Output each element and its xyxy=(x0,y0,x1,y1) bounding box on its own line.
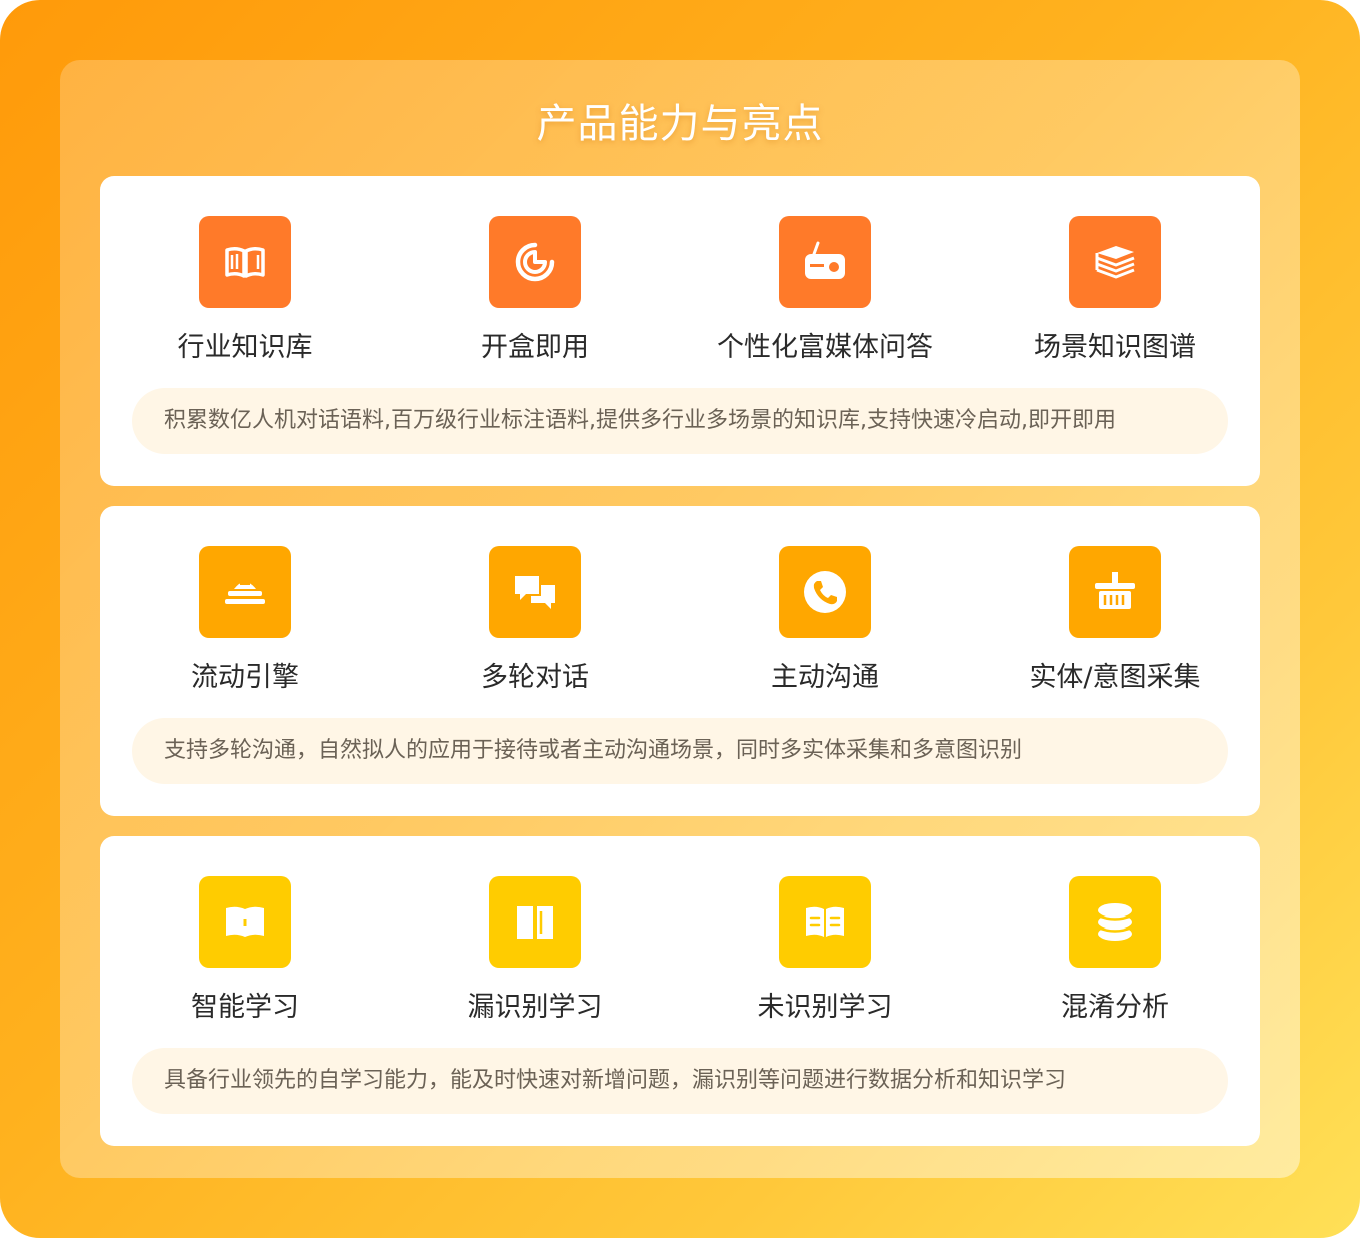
feature-label: 主动沟通 xyxy=(771,662,879,693)
feature-label: 多轮对话 xyxy=(481,662,589,693)
database-icon xyxy=(1069,876,1161,968)
feature-card-1: 行业知识库 开盒即用 个性化富媒体问答 场景知识图谱 积累数亿人机对话语料,百万… xyxy=(100,176,1260,486)
feature-item[interactable]: 智能学习 xyxy=(100,876,390,1026)
feature-item[interactable]: 主动沟通 xyxy=(680,546,970,696)
feature-item[interactable]: 混淆分析 xyxy=(970,876,1260,1026)
feature-description: 具备行业领先的自学习能力，能及时快速对新增问题，漏识别等问题进行数据分析和知识学… xyxy=(132,1048,1228,1114)
feature-label: 流动引擎 xyxy=(191,662,299,693)
feature-label: 行业知识库 xyxy=(177,332,313,363)
feature-description: 积累数亿人机对话语料,百万级行业标注语料,提供多行业多场景的知识库,支持快速冷启… xyxy=(132,388,1228,454)
book-stack-icon xyxy=(1069,216,1161,308)
feature-label: 智能学习 xyxy=(191,992,299,1023)
feature-card-2: 流动引擎 多轮对话 主动沟通 实体/意图采集 支持多轮沟通，自然拟人的应用于接待… xyxy=(100,506,1260,816)
feature-label: 漏识别学习 xyxy=(467,992,603,1023)
feature-label: 场景知识图谱 xyxy=(1034,332,1196,363)
engine-icon xyxy=(199,546,291,638)
feature-description: 支持多轮沟通，自然拟人的应用于接待或者主动沟通场景，同时多实体采集和多意图识别 xyxy=(132,718,1228,784)
book-icon xyxy=(489,876,581,968)
feature-item[interactable]: 多轮对话 xyxy=(390,546,680,696)
open-book-icon xyxy=(199,216,291,308)
folded-book-icon xyxy=(199,876,291,968)
feature-item[interactable]: 流动引擎 xyxy=(100,546,390,696)
basket-icon xyxy=(1069,546,1161,638)
feature-label: 开盒即用 xyxy=(481,332,589,363)
feature-label: 未识别学习 xyxy=(757,992,893,1023)
feature-label: 个性化富媒体问答 xyxy=(717,332,933,363)
feature-card-3: 智能学习 漏识别学习 未识别学习 混淆分析 具备行业领先的自学习能力，能及时快速… xyxy=(100,836,1260,1146)
chat-bubbles-icon xyxy=(489,546,581,638)
feature-item[interactable]: 开盒即用 xyxy=(390,216,680,366)
feature-item[interactable]: 个性化富媒体问答 xyxy=(680,216,970,366)
feature-item[interactable]: 场景知识图谱 xyxy=(970,216,1260,366)
feature-item[interactable]: 未识别学习 xyxy=(680,876,970,1026)
reading-book-icon xyxy=(779,876,871,968)
feature-item[interactable]: 漏识别学习 xyxy=(390,876,680,1026)
page-title: 产品能力与亮点 xyxy=(536,101,824,147)
feature-label: 混淆分析 xyxy=(1061,992,1169,1023)
pie-chart-icon xyxy=(489,216,581,308)
radio-icon xyxy=(779,216,871,308)
phone-icon xyxy=(779,546,871,638)
feature-label: 实体/意图采集 xyxy=(1029,662,1201,693)
feature-item[interactable]: 实体/意图采集 xyxy=(970,546,1260,696)
feature-item[interactable]: 行业知识库 xyxy=(100,216,390,366)
